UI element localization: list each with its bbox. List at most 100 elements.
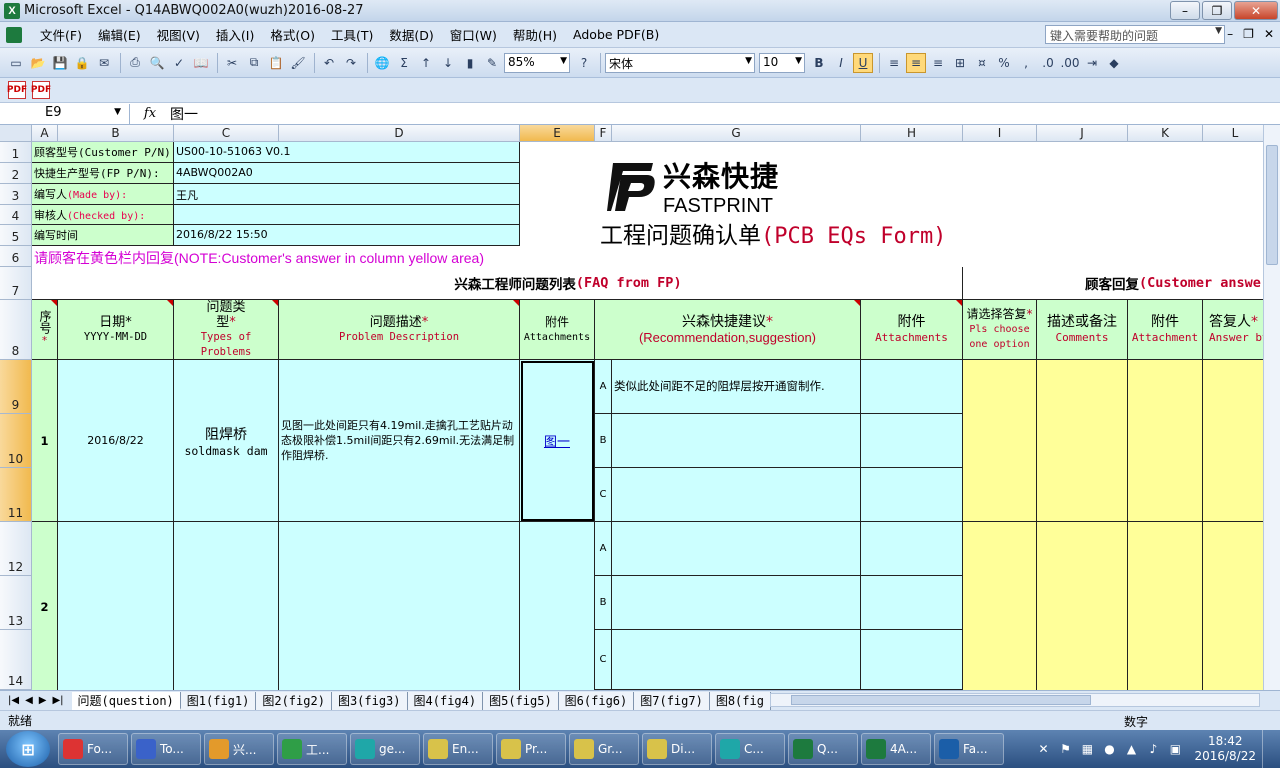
prev-sheet-icon[interactable]: ◀	[25, 695, 33, 706]
tray-antivirus-icon[interactable]: ▲	[1123, 741, 1139, 757]
q2-description[interactable]	[279, 522, 520, 690]
sort-ascending-icon[interactable]: ↑	[416, 53, 436, 73]
cut-icon[interactable]: ✂	[222, 53, 242, 73]
vertical-scroll-thumb[interactable]	[1266, 145, 1278, 265]
formula-input[interactable]: 图一	[170, 104, 198, 124]
sort-descending-icon[interactable]: ↓	[438, 53, 458, 73]
task-di[interactable]: Di...	[642, 733, 712, 765]
menu-tools[interactable]: 工具(T)	[323, 25, 381, 44]
sheet-tab-fig2[interactable]: 图2(fig2)	[256, 691, 332, 710]
sheet-tab-fig5[interactable]: 图5(fig5)	[483, 691, 559, 710]
task-en[interactable]: En...	[423, 733, 493, 765]
autosum-icon[interactable]: Σ	[394, 53, 414, 73]
chevron-down-icon[interactable]: ▼	[560, 56, 567, 66]
q1-attach2-c[interactable]	[861, 468, 963, 522]
column-header-d[interactable]: D	[279, 125, 520, 142]
q2-date[interactable]	[58, 522, 174, 690]
show-desktop-button[interactable]	[1262, 730, 1272, 768]
q2-attachment-cell[interactable]	[520, 522, 595, 690]
q2-attach2-a[interactable]	[861, 522, 963, 576]
help-search-input[interactable]: 键入需要帮助的问题 ▼	[1045, 25, 1225, 44]
horizontal-scroll-thumb[interactable]	[791, 695, 1091, 705]
q1-attach2-a[interactable]	[861, 360, 963, 414]
value-checked-by[interactable]	[174, 205, 520, 225]
italic-icon[interactable]: I	[831, 53, 851, 73]
horizontal-scrollbar[interactable]	[770, 693, 1260, 707]
excel-app-icon[interactable]: X	[4, 2, 20, 19]
volume-icon[interactable]: ♪	[1145, 741, 1161, 757]
q2-type[interactable]	[174, 522, 279, 690]
task-pr[interactable]: Pr...	[496, 733, 566, 765]
drawing-icon[interactable]: ✎	[482, 53, 502, 73]
percent-icon[interactable]: %	[994, 53, 1014, 73]
menu-edit[interactable]: 编辑(E)	[90, 25, 149, 44]
font-select[interactable]: 宋体 ▼	[605, 52, 755, 73]
print-icon[interactable]: ⎙	[125, 53, 145, 73]
tray-network-icon[interactable]: ▦	[1079, 741, 1095, 757]
column-header-b[interactable]: B	[58, 125, 174, 142]
workbook-restore-icon[interactable]: ❐	[1243, 27, 1254, 41]
comma-icon[interactable]: ,	[1016, 53, 1036, 73]
menu-format[interactable]: 格式(O)	[262, 25, 323, 44]
menu-window[interactable]: 窗口(W)	[442, 25, 505, 44]
q1-answer-by[interactable]	[1203, 360, 1263, 522]
q2-option-a-text[interactable]	[612, 522, 861, 576]
insert-function-icon[interactable]: fx	[130, 106, 170, 121]
menu-view[interactable]: 视图(V)	[149, 25, 208, 44]
menu-file[interactable]: 文件(F)	[32, 25, 90, 44]
sheet-tab-fig8[interactable]: 图8(fig	[709, 691, 771, 710]
research-icon[interactable]: 📖	[191, 53, 211, 73]
column-header-f[interactable]: F	[595, 125, 612, 142]
q1-date[interactable]: 2016/8/22	[58, 360, 174, 522]
q1-attachment-link[interactable]: 图一	[544, 431, 570, 450]
column-header-a[interactable]: A	[32, 125, 58, 142]
task-gr[interactable]: Gr...	[569, 733, 639, 765]
merge-center-icon[interactable]: ⊞	[950, 53, 970, 73]
value-write-time[interactable]: 2016/8/22 15:50	[174, 225, 520, 246]
spelling-icon[interactable]: ✓	[169, 53, 189, 73]
q1-attachment-answer[interactable]	[1128, 360, 1203, 522]
last-sheet-icon[interactable]: ▶|	[52, 695, 63, 706]
chevron-down-icon[interactable]: ▼	[745, 56, 752, 66]
tray-app-icon[interactable]: ●	[1101, 741, 1117, 757]
start-button[interactable]: ⊞	[6, 731, 50, 767]
column-header-j[interactable]: J	[1037, 125, 1128, 142]
q1-choose-answer[interactable]	[963, 360, 1037, 522]
align-right-icon[interactable]: ≡	[928, 53, 948, 73]
chevron-down-icon[interactable]: ▼	[1215, 26, 1222, 36]
q1-option-a-text[interactable]: 类似此处间距不足的阻焊层按开通窗制作.	[612, 360, 861, 414]
close-icon[interactable]: ✕	[1234, 1, 1278, 20]
q1-description[interactable]: 见图一此处间距只有4.19mil.走擒孔工艺贴片动态极限补偿1.5mil间距只有…	[279, 360, 520, 522]
convert-pdf-icon[interactable]: PDF	[7, 81, 27, 99]
tray-x-icon[interactable]: ✕	[1035, 741, 1051, 757]
menu-data[interactable]: 数据(D)	[381, 25, 441, 44]
workbook-close-icon[interactable]: ✕	[1264, 27, 1274, 41]
indent-icon[interactable]: ⇥	[1082, 53, 1102, 73]
task-fa[interactable]: Fa...	[934, 733, 1004, 765]
help-icon[interactable]: ?	[574, 53, 594, 73]
column-header-h[interactable]: H	[861, 125, 963, 142]
tray-pc-icon[interactable]: ▣	[1167, 741, 1183, 757]
permission-icon[interactable]: 🔒	[72, 53, 92, 73]
row-header-7[interactable]: 7	[0, 267, 32, 300]
q1-seq[interactable]: 1	[32, 360, 58, 522]
sheet-tab-fig4[interactable]: 图4(fig4)	[407, 691, 484, 710]
column-header-g[interactable]: G	[612, 125, 861, 142]
value-made-by[interactable]: 王凡	[174, 184, 520, 205]
copy-icon[interactable]: ⧉	[244, 53, 264, 73]
open-icon[interactable]: 📂	[28, 53, 48, 73]
q2-choose-answer[interactable]	[963, 522, 1037, 690]
redo-icon[interactable]: ↷	[341, 53, 361, 73]
q2-attach2-b[interactable]	[861, 576, 963, 630]
convert-pdf-email-icon[interactable]: PDF	[31, 81, 51, 99]
row-header-3[interactable]: 3	[0, 184, 32, 205]
q2-attachment-answer[interactable]	[1128, 522, 1203, 690]
row-header-2[interactable]: 2	[0, 163, 32, 184]
q2-answer-by[interactable]	[1203, 522, 1263, 690]
column-header-l[interactable]: L	[1203, 125, 1263, 142]
undo-icon[interactable]: ↶	[319, 53, 339, 73]
decrease-decimal-icon[interactable]: .00	[1060, 53, 1080, 73]
q2-option-b-text[interactable]	[612, 576, 861, 630]
chart-wizard-icon[interactable]: ▮	[460, 53, 480, 73]
new-icon[interactable]: ▭	[6, 53, 26, 73]
